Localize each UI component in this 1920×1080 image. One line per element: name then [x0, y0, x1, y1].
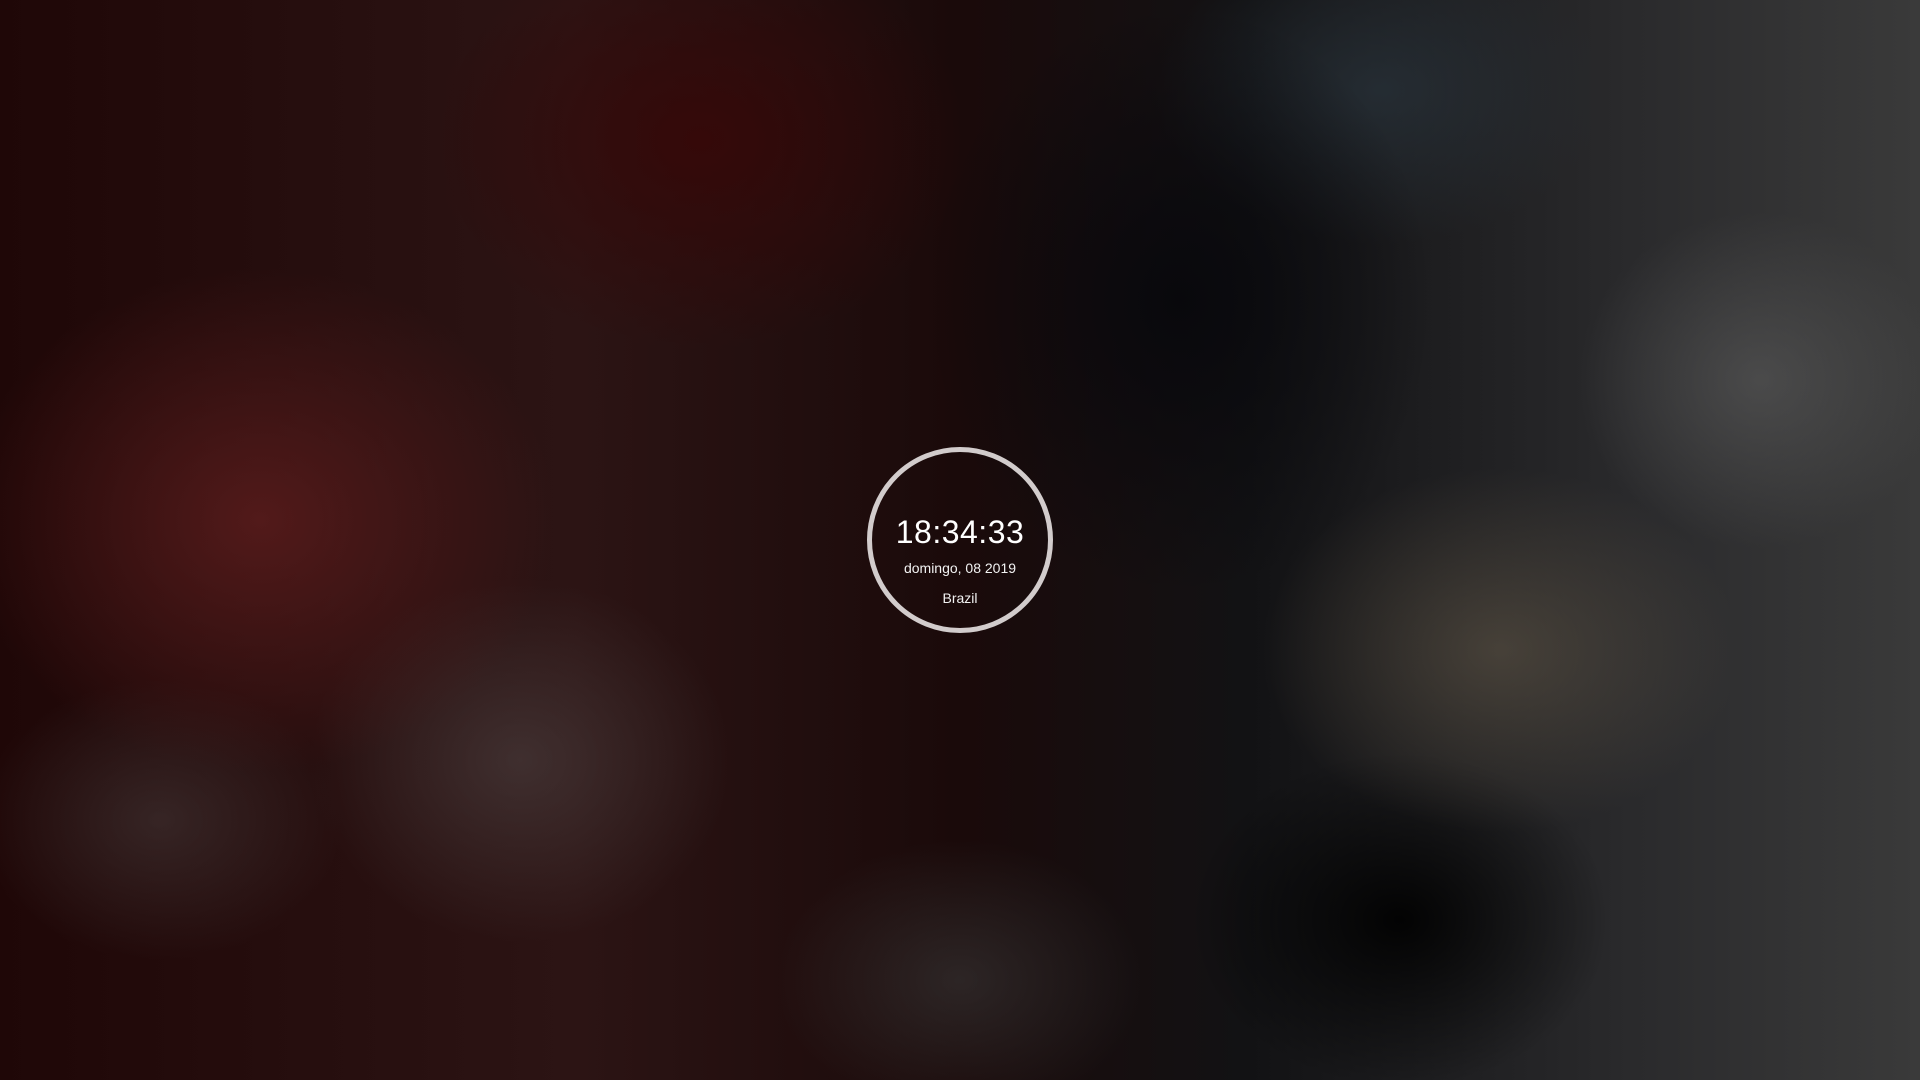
clock-location: Brazil — [942, 590, 978, 606]
clock-widget: 18:34:33 domingo, 08 2019 Brazil — [867, 447, 1053, 633]
clock-time: 18:34:33 — [895, 514, 1025, 550]
clock-date: domingo, 08 2019 — [903, 560, 1017, 576]
